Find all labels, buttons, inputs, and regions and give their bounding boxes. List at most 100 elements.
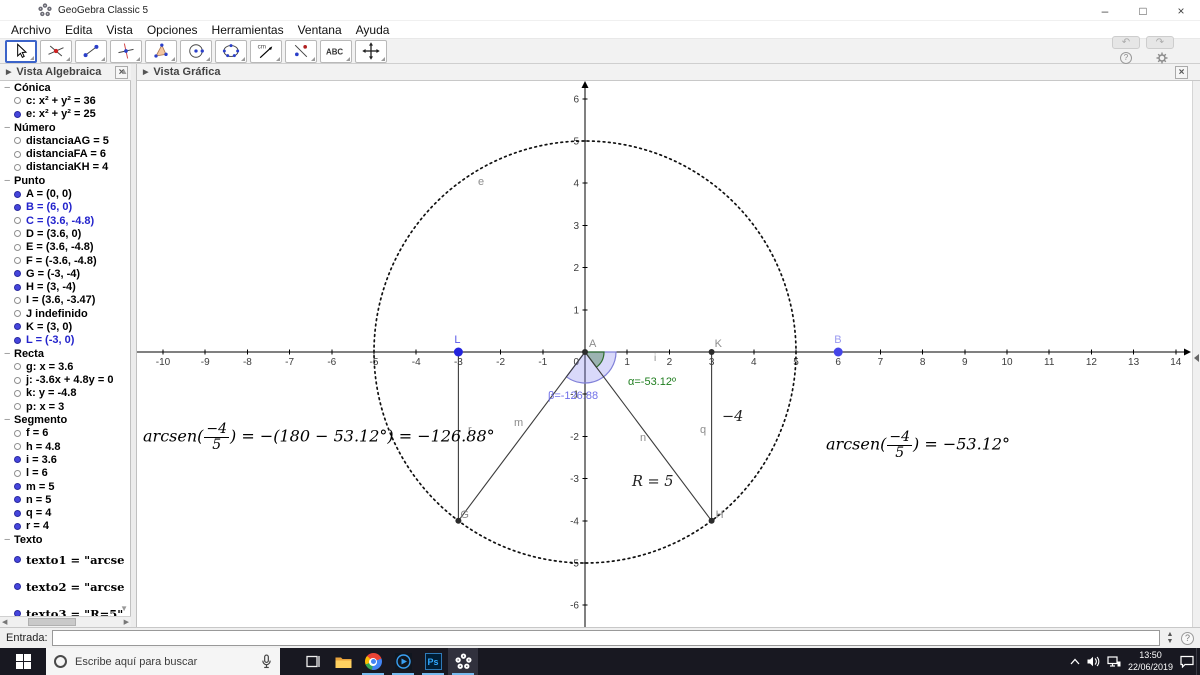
algebra-section-punto[interactable]: − Punto (0, 174, 131, 187)
algebra-section-texto[interactable]: − Texto (0, 533, 131, 546)
visibility-dot[interactable] (14, 469, 21, 477)
visibility-dot[interactable] (14, 376, 21, 384)
visibility-dot[interactable] (14, 363, 21, 371)
algebra-item[interactable]: G = (-3, -4) (0, 267, 131, 280)
algebra-section-número[interactable]: − Número (0, 121, 131, 134)
tool-text[interactable]: ABC (320, 39, 352, 63)
algebra-item[interactable]: j: -3.6x + 4.8y = 0 (0, 374, 131, 387)
visibility-dot[interactable] (14, 556, 21, 564)
algebra-scroll-down-icon[interactable]: ▼ (120, 604, 128, 613)
menu-ayuda[interactable]: Ayuda (349, 21, 397, 39)
visibility-dot[interactable] (14, 323, 21, 331)
visibility-dot[interactable] (14, 243, 21, 251)
collapse-minus-icon[interactable]: − (4, 82, 14, 94)
input-history-stepper[interactable]: ▲ ▼ (1164, 631, 1176, 645)
collapse-minus-icon[interactable]: − (4, 348, 14, 360)
algebra-item[interactable]: r = 4 (0, 520, 131, 533)
media-player-button[interactable] (388, 648, 418, 675)
tool-point[interactable] (40, 39, 72, 63)
settings-gear-icon[interactable] (1156, 52, 1168, 64)
algebra-horizontal-scrollbar[interactable]: ◀ ▶ (0, 616, 131, 627)
algebra-item[interactable]: I = (3.6, -3.47) (0, 294, 131, 307)
algebra-item[interactable]: B = (6, 0) (0, 201, 131, 214)
minimize-button[interactable]: – (1086, 0, 1124, 21)
algebra-section-cónica[interactable]: − Cónica (0, 81, 131, 94)
visibility-dot[interactable] (14, 283, 21, 291)
algebra-item[interactable]: L = (-3, 0) (0, 334, 131, 347)
scroll-right-icon[interactable]: ▶ (124, 618, 129, 626)
algebra-item[interactable]: J indefinido (0, 307, 131, 320)
geogebra-taskbar-button[interactable] (448, 648, 478, 675)
algebra-item[interactable]: texto2 = "arcse (0, 573, 131, 600)
algebra-section-segmento[interactable]: − Segmento (0, 413, 131, 426)
tool-polygon[interactable] (145, 39, 177, 63)
visibility-dot[interactable] (14, 270, 21, 278)
scrollbar-thumb[interactable] (28, 618, 76, 626)
algebra-item[interactable]: F = (-3.6, -4.8) (0, 254, 131, 267)
visibility-dot[interactable] (14, 137, 21, 145)
speaker-icon[interactable] (1087, 656, 1100, 667)
maximize-button[interactable]: □ (1124, 0, 1162, 21)
algebra-item[interactable]: f = 6 (0, 427, 131, 440)
visibility-dot[interactable] (14, 150, 21, 158)
visibility-dot[interactable] (14, 110, 21, 118)
file-explorer-button[interactable] (328, 648, 358, 675)
algebra-item[interactable]: texto3 = "R=5" (0, 600, 131, 617)
clock[interactable]: 13:50 22/06/2019 (1128, 650, 1173, 673)
graphics-canvas[interactable]: -10-9-8-7-6-5-4-3-2-11234567891011121314… (137, 81, 1192, 627)
undo-button[interactable]: ↶ (1112, 36, 1140, 49)
tool-measure[interactable]: cm (250, 39, 282, 63)
graphics-view-header[interactable]: ▶ Vista Gráfica × (137, 64, 1200, 81)
algebra-item[interactable]: K = (3, 0) (0, 320, 131, 333)
visibility-dot[interactable] (14, 429, 21, 437)
collapse-minus-icon[interactable]: − (4, 414, 14, 426)
algebra-item[interactable]: E = (3.6, -4.8) (0, 241, 131, 254)
algebra-item[interactable]: H = (3, -4) (0, 280, 131, 293)
chrome-button[interactable] (358, 648, 388, 675)
collapse-minus-icon[interactable]: − (4, 175, 14, 187)
algebra-item[interactable]: distanciaAG = 5 (0, 134, 131, 147)
network-icon[interactable] (1107, 656, 1121, 667)
algebra-item[interactable]: l = 6 (0, 467, 131, 480)
algebra-view-header[interactable]: ▶ Vista Algebraica × (0, 64, 131, 81)
tool-circle[interactable] (180, 39, 212, 63)
algebra-item[interactable]: m = 5 (0, 480, 131, 493)
visibility-dot[interactable] (14, 230, 21, 238)
visibility-dot[interactable] (14, 310, 21, 318)
collapse-minus-icon[interactable]: − (4, 122, 14, 134)
algebra-item[interactable]: p: x = 3 (0, 400, 131, 413)
start-button[interactable] (0, 648, 46, 675)
input-help-icon[interactable]: ? (1181, 631, 1194, 645)
tool-transform[interactable] (285, 39, 317, 63)
tool-conic[interactable] (215, 39, 247, 63)
action-center-icon[interactable] (1180, 655, 1194, 668)
scroll-left-icon[interactable]: ◀ (2, 618, 7, 626)
tool-move[interactable] (5, 39, 37, 63)
visibility-dot[interactable] (14, 257, 21, 264)
entrada-input[interactable] (51, 630, 1160, 646)
visibility-dot[interactable] (14, 97, 21, 105)
panel-menu-triangle-icon[interactable]: ▶ (143, 68, 148, 76)
visibility-dot[interactable] (14, 496, 21, 504)
algebra-item[interactable]: c: x² + y² = 36 (0, 94, 131, 107)
panel-menu-triangle-icon[interactable]: ▶ (6, 68, 11, 76)
tool-line[interactable] (75, 39, 107, 63)
algebra-item[interactable]: k: y = -4.8 (0, 387, 131, 400)
help-icon[interactable]: ? (1120, 52, 1132, 64)
menu-herramientas[interactable]: Herramientas (205, 21, 291, 39)
collapse-minus-icon[interactable]: − (4, 534, 14, 546)
algebra-item[interactable]: C = (3.6, -4.8) (0, 214, 131, 227)
visibility-dot[interactable] (14, 296, 21, 304)
menu-vista[interactable]: Vista (99, 21, 139, 39)
menu-edita[interactable]: Edita (58, 21, 99, 39)
microphone-icon[interactable] (261, 654, 272, 669)
tool-special-line[interactable] (110, 39, 142, 63)
algebra-item[interactable]: h = 4.8 (0, 440, 131, 453)
visibility-dot[interactable] (14, 403, 21, 411)
graphics-close-icon[interactable]: × (1175, 66, 1188, 79)
tool-move-canvas[interactable] (355, 39, 387, 63)
visibility-dot[interactable] (14, 456, 21, 464)
visibility-dot[interactable] (14, 583, 21, 591)
menu-archivo[interactable]: Archivo (4, 21, 58, 39)
visibility-dot[interactable] (14, 509, 21, 517)
